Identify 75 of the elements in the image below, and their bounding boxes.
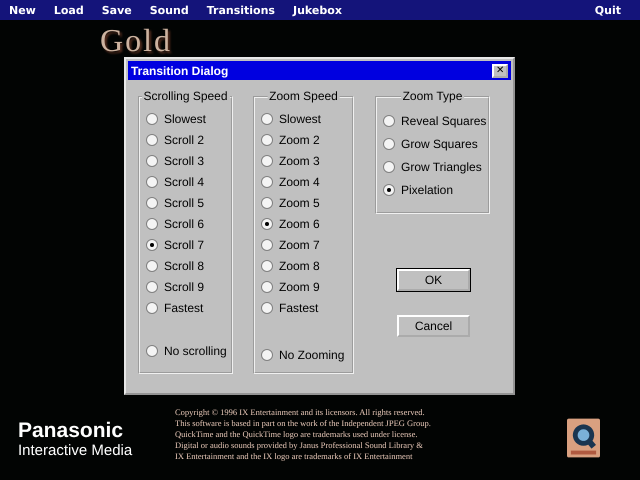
brand-name: Panasonic: [18, 420, 124, 442]
radio-button[interactable]: [146, 134, 158, 146]
radio-button[interactable]: [261, 349, 273, 361]
menu-item[interactable]: Sound: [146, 4, 197, 16]
radio-option[interactable]: Scroll 6: [146, 217, 231, 231]
radio-option[interactable]: Scroll 3: [146, 154, 231, 168]
radio-button[interactable]: [383, 161, 395, 173]
quit-menu-item[interactable]: Quit: [590, 4, 629, 16]
group-title: Zoom Type: [400, 89, 464, 103]
copyright-line: Copyright © 1996 IX Entertainment and its licensors. All rights reserved.: [175, 407, 426, 418]
radio-button[interactable]: [146, 260, 158, 272]
radio-button[interactable]: [261, 260, 273, 272]
radio-option[interactable]: No scrolling: [146, 344, 227, 358]
radio-option[interactable]: Zoom 4: [261, 175, 352, 189]
copyright-line: Digital or audio sounds provided by Janus Professional Sound Library &: [175, 440, 424, 451]
radio-button[interactable]: [146, 176, 158, 188]
radio-button[interactable]: [383, 138, 395, 150]
close-button[interactable]: ✕: [492, 64, 508, 78]
radio-option[interactable]: Fastest: [146, 301, 231, 315]
copyright-line: IX Entertainment and the IX logo are trademarks of IX Entertainment: [175, 451, 414, 462]
radio-option[interactable]: Scroll 9: [146, 280, 231, 294]
dialog-button[interactable]: OK: [397, 269, 470, 291]
radio-button[interactable]: [261, 218, 273, 230]
group-title: Zoom Speed: [267, 89, 340, 103]
radio-option[interactable]: Scroll 5: [146, 196, 231, 210]
radio-button[interactable]: [261, 281, 273, 293]
radio-option[interactable]: Zoom 2: [261, 133, 352, 147]
radio-option[interactable]: Pixelation: [383, 183, 488, 197]
menu-item[interactable]: Transitions: [202, 4, 283, 16]
quicktime-icon: [567, 418, 600, 458]
radio-option[interactable]: Scroll 7: [146, 238, 231, 252]
radio-button[interactable]: [383, 115, 395, 127]
radio-option[interactable]: Zoom 7: [261, 238, 352, 252]
radio-option[interactable]: Zoom 6: [261, 217, 352, 231]
radio-option[interactable]: Zoom 3: [261, 154, 352, 168]
copyright-line: This software is based in part on the work of the Independent JPEG Group.: [175, 418, 431, 429]
radio-option[interactable]: No Zooming: [261, 348, 344, 362]
radio-button[interactable]: [261, 155, 273, 167]
radio-button[interactable]: [146, 218, 158, 230]
radio-button[interactable]: [146, 113, 158, 125]
radio-option[interactable]: Slowest: [261, 112, 352, 126]
radio-button[interactable]: [261, 113, 273, 125]
radio-button[interactable]: [261, 239, 273, 251]
radio-option[interactable]: Zoom 9: [261, 280, 352, 294]
radio-option[interactable]: Zoom 8: [261, 259, 352, 273]
dialog-button[interactable]: Cancel: [397, 315, 470, 337]
radio-option[interactable]: Grow Triangles: [383, 160, 488, 174]
radio-button[interactable]: [146, 302, 158, 314]
radio-option[interactable]: Scroll 2: [146, 133, 231, 147]
copyright-line: QuickTime and the QuickTime logo are trademarks used under license.: [175, 429, 419, 440]
radio-button[interactable]: [261, 176, 273, 188]
menu-item[interactable]: Jukebox: [288, 4, 350, 16]
menu-item[interactable]: Save: [98, 4, 140, 16]
radio-button[interactable]: [146, 155, 158, 167]
radio-button[interactable]: [146, 239, 158, 251]
radio-button[interactable]: [146, 345, 158, 357]
menu-item[interactable]: Load: [50, 4, 92, 16]
brand-subtitle: Interactive Media: [18, 442, 132, 460]
radio-option[interactable]: Slowest: [146, 112, 231, 126]
radio-option[interactable]: Grow Squares: [383, 137, 488, 151]
radio-button[interactable]: [146, 281, 158, 293]
group-title: Scrolling Speed: [141, 89, 230, 103]
radio-button[interactable]: [146, 197, 158, 209]
radio-option[interactable]: Scroll 4: [146, 175, 231, 189]
radio-option[interactable]: Scroll 8: [146, 259, 231, 273]
radio-button[interactable]: [261, 134, 273, 146]
radio-button[interactable]: [261, 197, 273, 209]
radio-option[interactable]: Fastest: [261, 301, 352, 315]
menu-item[interactable]: New: [5, 4, 44, 16]
radio-button[interactable]: [261, 302, 273, 314]
radio-button[interactable]: [383, 184, 395, 196]
radio-option[interactable]: Reveal Squares: [383, 114, 488, 128]
logo-title: Gold: [100, 24, 172, 56]
radio-option[interactable]: Zoom 5: [261, 196, 352, 210]
window-title: Transition Dialog: [131, 64, 228, 78]
